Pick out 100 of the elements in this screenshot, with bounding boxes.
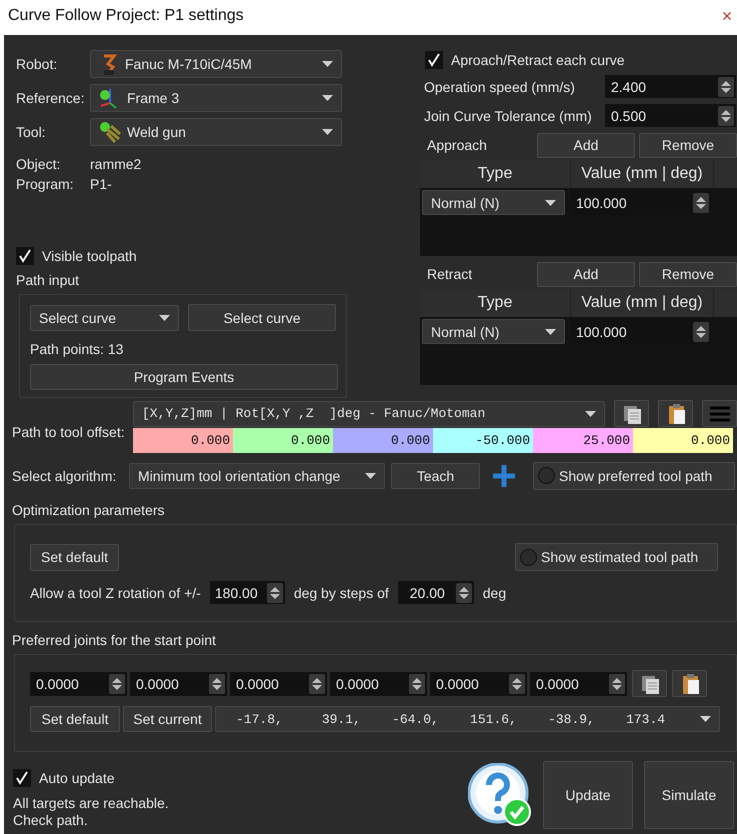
column-header: Value (mm | deg) <box>571 289 714 317</box>
steps-label: deg by steps of <box>294 584 389 600</box>
caret-icon <box>585 410 596 416</box>
table-title: Retract <box>427 266 474 282</box>
dropdown[interactable]: Weld gun <box>90 118 342 146</box>
checkbox-label: Auto update <box>39 770 115 786</box>
spin-arrows-icon[interactable] <box>693 322 709 342</box>
path-points-text: Path points: 13 <box>30 341 124 357</box>
dropdown[interactable]: Minimum tool orientation change <box>129 462 385 488</box>
spin-arrows-icon[interactable] <box>409 674 425 694</box>
copy-button[interactable] <box>614 400 649 427</box>
help-check-icon <box>468 763 532 827</box>
spin-arrows-icon[interactable] <box>109 674 125 694</box>
menu-icon <box>710 406 730 422</box>
caret-icon <box>365 472 376 478</box>
remove-button[interactable]: Remove <box>639 132 737 158</box>
field-label: Tool: <box>16 124 47 140</box>
spin-field[interactable]: 0.0000 <box>30 672 127 696</box>
paste-button[interactable] <box>658 400 693 427</box>
spin-field[interactable]: 0.0000 <box>330 672 427 696</box>
caret-icon <box>322 95 333 101</box>
offset-value-cell[interactable]: 0.000 <box>233 428 333 453</box>
select-curve-button[interactable]: Select curve <box>188 304 336 331</box>
caret-icon <box>545 328 556 334</box>
offset-value-cell[interactable]: -50.000 <box>433 428 533 453</box>
plus-icon[interactable] <box>492 464 516 488</box>
checkbox[interactable] <box>425 51 443 69</box>
checkbox[interactable] <box>16 247 34 265</box>
rotation-label: Allow a tool Z rotation of +/- <box>30 584 201 600</box>
paste-button[interactable] <box>672 670 707 697</box>
column-header: Type <box>420 289 571 317</box>
dropdown[interactable]: [X,Y,Z]mm | Rot[X,Y ,Z ]deg - Fanuc/Motoman <box>133 400 605 426</box>
copy-button[interactable] <box>632 670 667 697</box>
section-title: Preferred joints for the start point <box>12 632 217 648</box>
action-button[interactable]: Update <box>543 761 633 829</box>
spin-field[interactable]: 0.0000 <box>230 672 327 696</box>
info-value: P1- <box>90 176 112 192</box>
offset-value-cell[interactable]: 0.000 <box>133 428 233 453</box>
spin-field[interactable]: 2.400 <box>605 75 736 98</box>
dropdown[interactable]: Normal (N) <box>422 319 565 344</box>
column-header: Type <box>420 160 571 188</box>
dropdown[interactable]: Frame 3 <box>90 84 342 112</box>
window-title: Curve Follow Project: P1 settings <box>8 7 244 25</box>
dropdown[interactable]: Fanuc M-710iC/45M <box>90 50 342 78</box>
field-label: Select algorithm: <box>12 468 118 484</box>
spin-arrows-icon[interactable] <box>718 106 734 126</box>
info-label: Program: <box>16 176 75 192</box>
caret-icon <box>322 61 333 67</box>
status-text: All targets are reachable. <box>13 795 169 812</box>
field-label: Reference: <box>16 90 86 106</box>
field-label: Join Curve Tolerance (mm) <box>424 108 593 124</box>
set-default-button[interactable]: Set default <box>30 706 120 732</box>
field-label: Path to tool offset: <box>12 424 126 440</box>
teach-button[interactable]: Teach <box>391 462 480 488</box>
dropdown[interactable]: -17.8, 39.1, -64.0, 151.6, -38.9, 173.4 <box>215 706 720 732</box>
set-current-button[interactable]: Set current <box>123 706 212 732</box>
spin-field[interactable]: 20.00 <box>398 581 474 604</box>
status-text: Check path. <box>13 812 89 829</box>
checkbox-label: Visible toolpath <box>42 248 137 264</box>
unit-label: deg <box>482 584 506 600</box>
info-value: ramme2 <box>90 156 142 172</box>
caret-icon <box>159 314 170 320</box>
dropdown[interactable]: Normal (N) <box>422 190 565 215</box>
spin-field[interactable]: 180.00 <box>210 581 285 604</box>
caret-icon <box>700 716 711 722</box>
spin-field[interactable]: 0.0000 <box>430 672 527 696</box>
action-button[interactable]: Simulate <box>644 761 734 829</box>
column-header: Value (mm | deg) <box>571 160 714 188</box>
radio-toggle[interactable]: Show preferred tool path <box>533 462 735 490</box>
section-title: Optimization parameters <box>12 502 166 518</box>
add-button[interactable]: Add <box>537 132 635 158</box>
radio-toggle[interactable]: Show estimated tool path <box>515 543 718 571</box>
spin-field[interactable]: 0.500 <box>605 104 736 127</box>
offset-value-cell[interactable]: 0.000 <box>633 428 733 453</box>
weld-gun-icon <box>99 121 121 143</box>
add-button[interactable]: Add <box>537 262 635 286</box>
program-events-button[interactable]: Program Events <box>30 364 338 390</box>
caret-icon <box>322 129 333 135</box>
spin-field[interactable]: 0.0000 <box>530 672 627 696</box>
caret-icon <box>545 200 556 206</box>
spin-arrows-icon[interactable] <box>266 582 283 602</box>
spin-arrows-icon[interactable] <box>309 674 325 694</box>
offset-value-cell[interactable]: 0.000 <box>333 428 433 453</box>
dropdown[interactable]: Select curve <box>30 304 179 330</box>
info-label: Object: <box>16 156 62 172</box>
spin-arrows-icon[interactable] <box>718 76 734 96</box>
offset-value-cell[interactable]: 25.000 <box>533 428 633 453</box>
spin-arrows-icon[interactable] <box>456 582 472 602</box>
section-title: Path input <box>16 272 80 288</box>
checkbox[interactable] <box>13 769 31 787</box>
remove-button[interactable]: Remove <box>639 262 737 286</box>
spin-arrows-icon[interactable] <box>609 674 625 694</box>
spin-arrows-icon[interactable] <box>209 674 225 694</box>
spin-arrows-icon[interactable] <box>693 192 709 212</box>
field-label: Operation speed (mm/s) <box>424 78 576 94</box>
spin-arrows-icon[interactable] <box>509 674 525 694</box>
checkbox-label: Aproach/Retract each curve <box>451 52 625 68</box>
field-label: Robot: <box>16 56 58 72</box>
set-default-button[interactable]: Set default <box>30 544 119 570</box>
spin-field[interactable]: 0.0000 <box>130 672 227 696</box>
